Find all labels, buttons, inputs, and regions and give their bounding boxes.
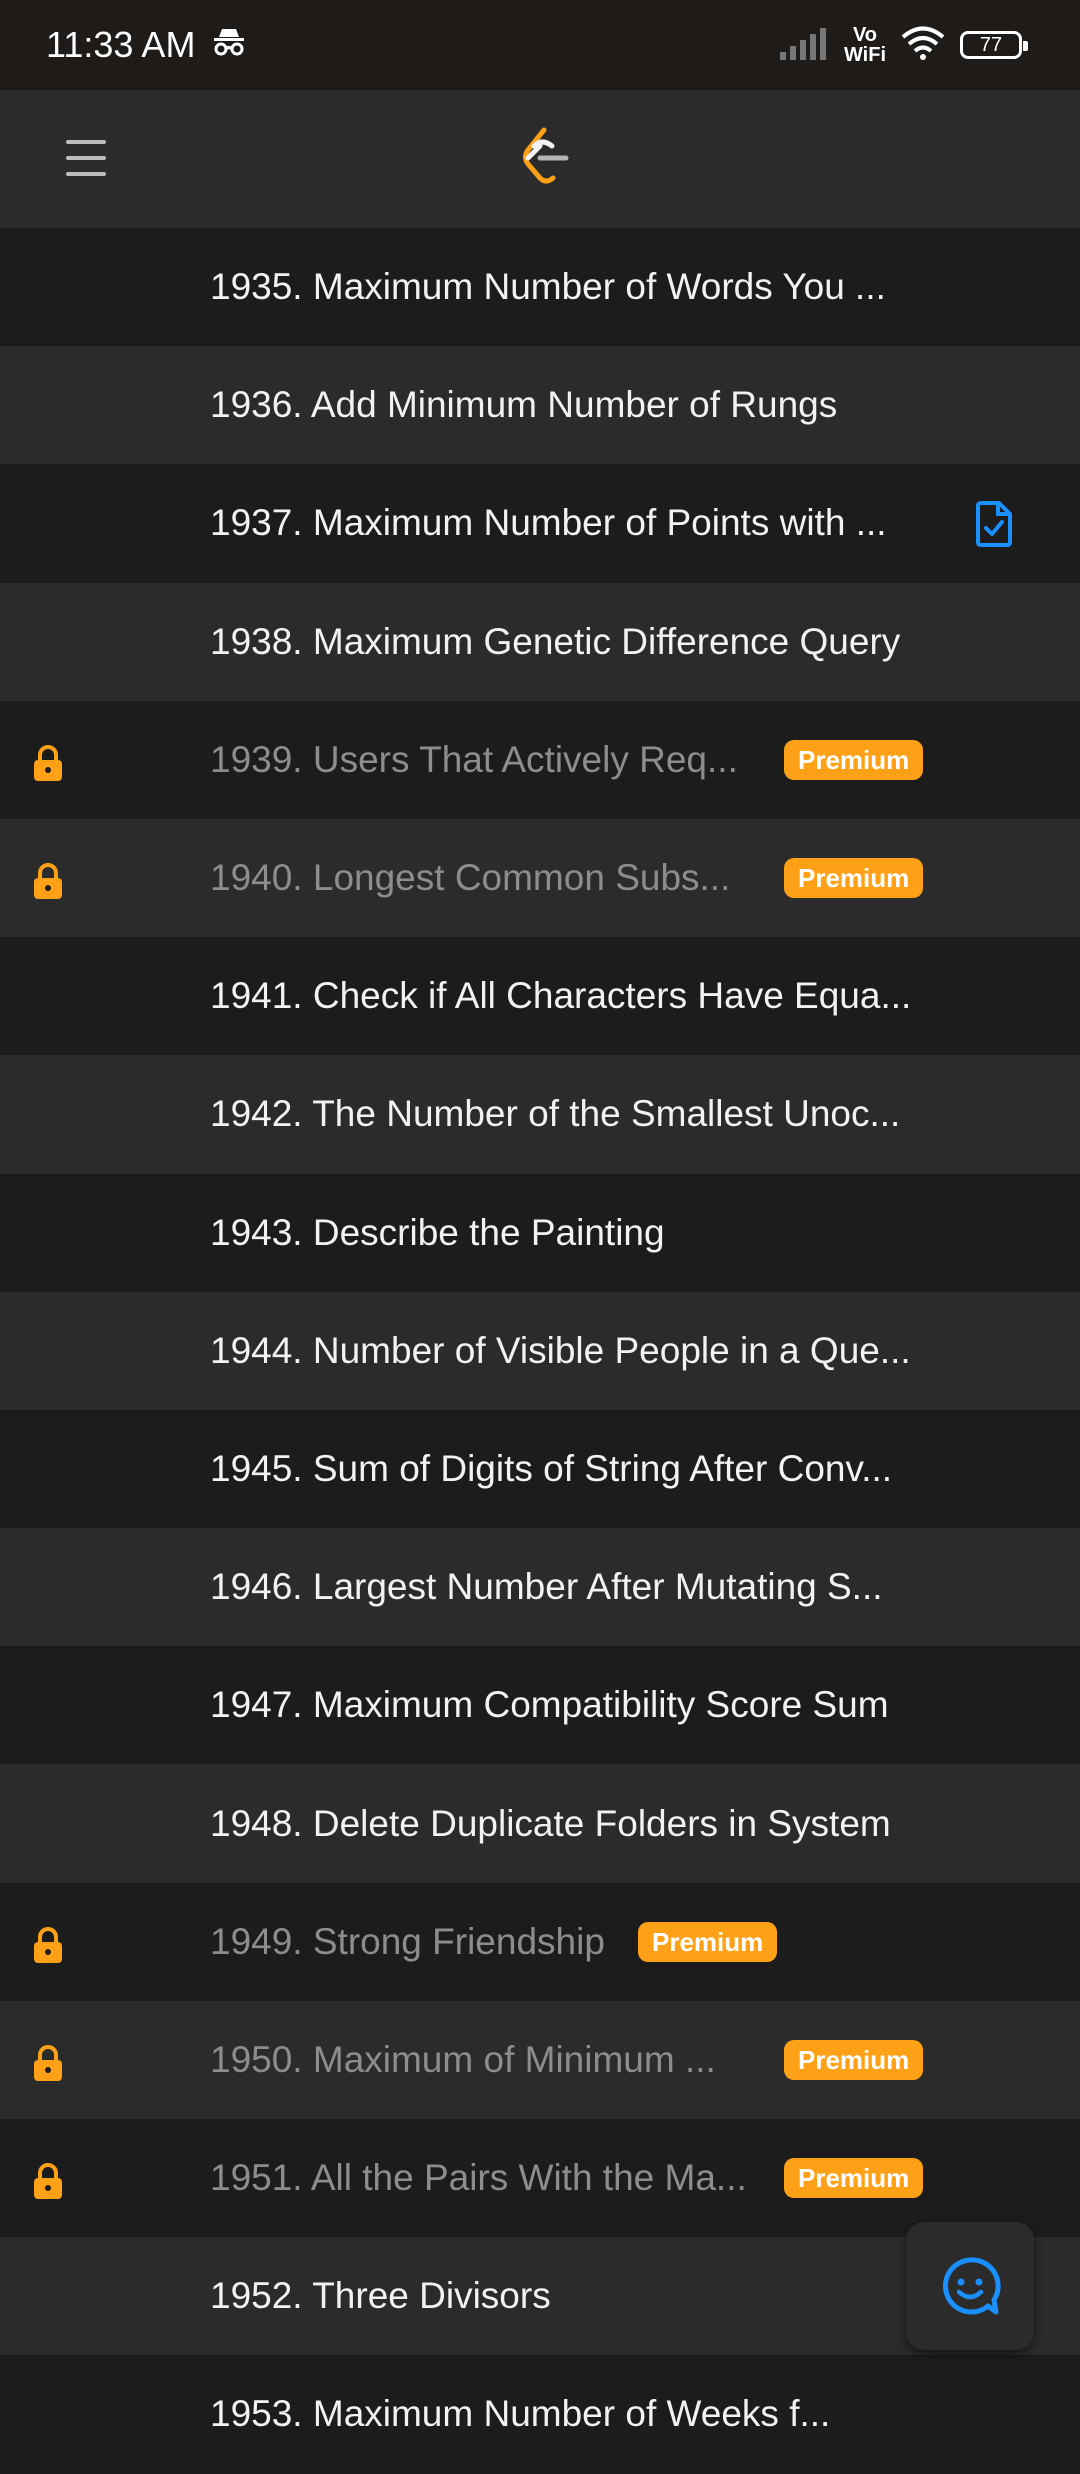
lock-icon <box>28 743 68 788</box>
lock-icon <box>28 1925 68 1970</box>
premium-badge: Premium <box>784 739 924 780</box>
premium-badge: Premium <box>784 2039 924 2080</box>
solved-document-icon <box>974 500 1014 553</box>
problem-row[interactable]: 1937. Maximum Number of Points with ... <box>0 464 1080 583</box>
problem-title: 1939. Users That Actively Req... <box>210 738 738 780</box>
signal-icon <box>778 26 830 65</box>
problem-list: 1935. Maximum Number of Words You ... 193… <box>0 228 1080 2474</box>
premium-badge: Premium <box>638 1921 778 1962</box>
problem-row[interactable]: 1938. Maximum Genetic Difference Query <box>0 582 1080 701</box>
problem-title: 1948. Delete Duplicate Folders in System <box>210 1802 891 1844</box>
problem-row[interactable]: 1935. Maximum Number of Words You ... <box>0 228 1080 347</box>
status-bar: 11:33 AM Vo WiFi 77 <box>0 0 1080 90</box>
problem-row[interactable]: 1950. Maximum of Minimum ... Premium <box>0 2000 1080 2119</box>
lock-icon <box>28 2043 68 2088</box>
problem-title: 1943. Describe the Painting <box>210 1211 665 1253</box>
problem-title: 1942. The Number of the Smallest Unoc... <box>210 1093 901 1135</box>
problem-title: 1952. Three Divisors <box>210 2275 551 2317</box>
problem-title: 1946. Largest Number After Mutating S... <box>210 1566 883 1608</box>
incognito-icon <box>211 24 247 66</box>
problem-title: 1945. Sum of Digits of String After Conv… <box>210 1447 893 1489</box>
problem-row[interactable]: 1943. Describe the Painting <box>0 1173 1080 1292</box>
problem-row[interactable]: 1940. Longest Common Subs... Premium <box>0 818 1080 938</box>
problem-row[interactable]: 1939. Users That Actively Req... Premium <box>0 700 1080 819</box>
premium-badge: Premium <box>784 858 924 899</box>
problem-row[interactable]: 1941. Check if All Characters Have Equa.… <box>0 937 1080 1056</box>
lock-icon <box>28 2161 68 2206</box>
clock: 11:33 AM <box>46 24 196 65</box>
problem-row[interactable]: 1942. The Number of the Smallest Unoc... <box>0 1055 1080 1174</box>
problem-row[interactable]: 1945. Sum of Digits of String After Conv… <box>0 1409 1080 1529</box>
problem-row[interactable]: 1949. Strong Friendship Premium <box>0 1882 1080 2001</box>
problem-title: 1950. Maximum of Minimum ... <box>210 2038 716 2080</box>
problem-row[interactable]: 1944. Number of Visible People in a Que.… <box>0 1291 1080 1410</box>
problem-row[interactable]: 1936. Add Minimum Number of Rungs <box>0 346 1080 465</box>
problem-title: 1940. Longest Common Subs... <box>210 857 731 899</box>
problem-title: 1951. All the Pairs With the Ma... <box>210 2157 747 2199</box>
battery-indicator: 77 <box>960 31 1028 59</box>
lock-icon <box>28 861 68 906</box>
problem-title: 1938. Maximum Genetic Difference Query <box>210 620 901 662</box>
problem-title: 1949. Strong Friendship <box>210 1920 605 1962</box>
problem-row[interactable]: 1948. Delete Duplicate Folders in System <box>0 1764 1080 1883</box>
problem-row[interactable]: 1953. Maximum Number of Weeks f... <box>0 2355 1080 2474</box>
menu-icon[interactable] <box>66 140 106 181</box>
problem-title: 1947. Maximum Compatibility Score Sum <box>210 1684 889 1726</box>
chat-smile-icon <box>942 2257 1001 2315</box>
problem-title: 1935. Maximum Number of Words You ... <box>210 266 886 308</box>
problem-title: 1936. Add Minimum Number of Rungs <box>210 384 838 426</box>
problem-title: 1941. Check if All Characters Have Equa.… <box>210 975 912 1017</box>
problem-row[interactable]: 1946. Largest Number After Mutating S... <box>0 1528 1080 1647</box>
wifi-icon <box>900 26 946 65</box>
app-header <box>0 90 1080 228</box>
premium-badge: Premium <box>784 2158 924 2199</box>
problem-title: 1937. Maximum Number of Points with ... <box>210 502 887 544</box>
feedback-button[interactable] <box>906 2222 1034 2350</box>
vowifi-top: Vo <box>852 24 878 46</box>
vowifi-bottom: WiFi <box>843 44 886 66</box>
leetcode-logo-icon <box>520 126 570 193</box>
problem-title: 1944. Number of Visible People in a Que.… <box>210 1329 911 1371</box>
problem-row[interactable]: 1947. Maximum Compatibility Score Sum <box>0 1646 1080 1765</box>
vowifi-indicator: Vo WiFi <box>844 25 886 65</box>
problem-row[interactable]: 1951. All the Pairs With the Ma... Premiu… <box>0 2119 1080 2238</box>
